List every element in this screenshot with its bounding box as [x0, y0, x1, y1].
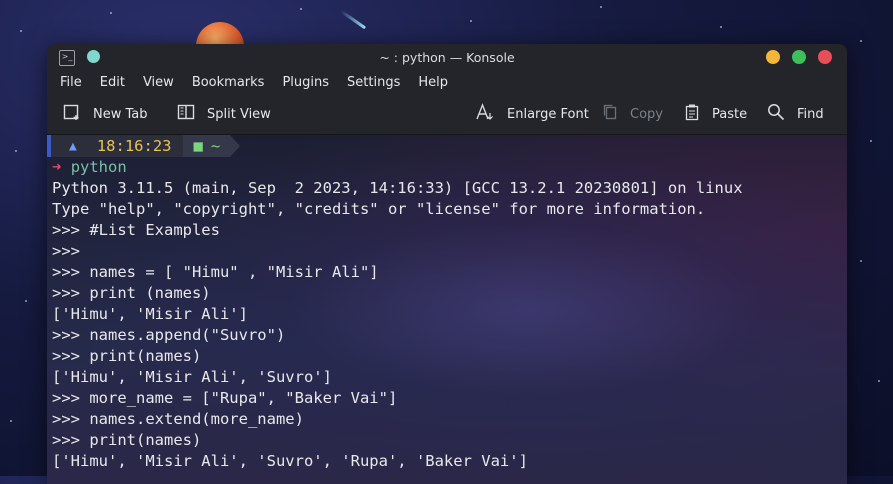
new-tab-label: New Tab — [93, 106, 148, 122]
close-button[interactable] — [818, 50, 832, 64]
arch-logo-icon: ▲ — [51, 135, 85, 157]
menu-settings[interactable]: Settings — [338, 75, 409, 90]
output-line: Type "help", "copyright", "credits" or "… — [52, 200, 706, 218]
menu-view[interactable]: View — [134, 75, 183, 90]
window-title: ~ : python — Konsole — [379, 49, 515, 65]
terminal-app-icon[interactable]: >_ — [59, 50, 75, 66]
output-line: >>> more_name = ["Rupa", "Baker Vai"] — [52, 389, 398, 407]
enlarge-font-label: Enlarge Font — [507, 106, 589, 122]
menu-plugins[interactable]: Plugins — [273, 75, 338, 90]
arrow-icon: ➜ — [52, 158, 62, 176]
new-tab-button[interactable]: New Tab — [63, 94, 148, 134]
copy-icon — [602, 103, 618, 126]
terminal-area[interactable]: ▲ 18:16:23 ■ ~ ➜ python Python 3.11.5 (m… — [47, 135, 847, 484]
pin-window-button[interactable] — [87, 50, 100, 63]
minimize-button[interactable] — [766, 50, 780, 64]
split-view-icon — [177, 103, 195, 126]
find-button[interactable]: Find — [767, 94, 824, 134]
prompt-dir-label: ~ — [210, 137, 221, 155]
prompt-directory: ■ ~ — [183, 135, 231, 157]
toolbar: New Tab Split View Enlarge Font Copy Pas… — [47, 94, 847, 135]
menu-bookmarks[interactable]: Bookmarks — [183, 75, 274, 90]
output-line: >>> print(names) — [52, 347, 202, 365]
enlarge-font-button[interactable]: Enlarge Font — [475, 94, 589, 134]
prompt-time: 18:16:23 — [84, 135, 184, 157]
title-bar[interactable]: >_ ~ : python — Konsole — [47, 44, 847, 70]
split-view-button[interactable]: Split View — [177, 94, 271, 134]
menu-file[interactable]: File — [51, 75, 91, 90]
folder-icon: ■ — [193, 137, 203, 155]
search-icon — [767, 103, 785, 126]
menu-bar: File Edit View Bookmarks Plugins Setting… — [47, 70, 847, 94]
menu-edit[interactable]: Edit — [91, 75, 134, 90]
comet-decoration — [339, 9, 367, 30]
output-line: >>> names.extend(more_name) — [52, 410, 304, 428]
prompt-segments: ▲ 18:16:23 ■ ~ — [47, 135, 241, 157]
menu-help[interactable]: Help — [409, 75, 457, 90]
copy-label: Copy — [630, 106, 663, 122]
output-line: >>> names = [ "Himu" , "Misir Ali"] — [52, 263, 379, 281]
paste-label: Paste — [712, 106, 748, 122]
output-line: >>> print (names) — [52, 284, 211, 302]
output-line: ['Himu', 'Misir Ali'] — [52, 305, 248, 323]
output-line: ['Himu', 'Misir Ali', 'Suvro'] — [52, 368, 332, 386]
terminal-output: ➜ python Python 3.11.5 (main, Sep 2 2023… — [52, 157, 743, 472]
output-line: >>> — [52, 242, 80, 260]
command-text: python — [70, 158, 127, 176]
maximize-button[interactable] — [792, 50, 806, 64]
paste-icon — [684, 103, 700, 126]
konsole-window: >_ ~ : python — Konsole File Edit View B… — [47, 44, 847, 484]
output-line: >>> names.append("Suvro") — [52, 326, 286, 344]
new-tab-icon — [63, 103, 81, 126]
find-label: Find — [797, 106, 824, 122]
output-line: Python 3.11.5 (main, Sep 2 2023, 14:16:3… — [52, 179, 743, 197]
output-line: ['Himu', 'Misir Ali', 'Suvro', 'Rupa', '… — [52, 452, 528, 470]
command-line: ➜ python — [52, 157, 743, 178]
enlarge-font-icon — [475, 102, 495, 126]
output-line: >>> print(names) — [52, 431, 202, 449]
paste-button[interactable]: Paste — [684, 94, 747, 134]
split-view-label: Split View — [207, 106, 271, 122]
copy-button[interactable]: Copy — [602, 94, 663, 134]
output-line: >>> #List Examples — [52, 221, 220, 239]
